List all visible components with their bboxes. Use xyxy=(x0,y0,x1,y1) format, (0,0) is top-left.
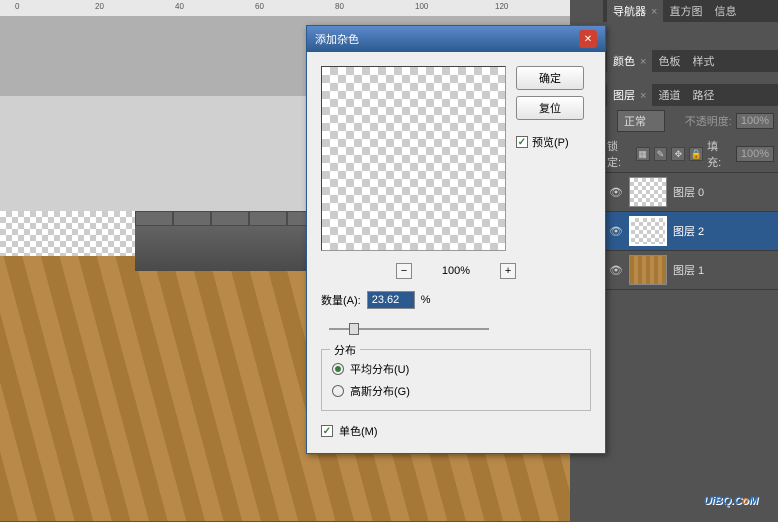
zoom-value: 100% xyxy=(442,265,470,277)
lock-paint-icon[interactable]: ✎ xyxy=(654,147,668,161)
ruler-mark: 0 xyxy=(15,2,19,11)
distribution-legend: 分布 xyxy=(330,342,360,358)
slider-thumb[interactable] xyxy=(349,323,359,335)
ruler-horizontal: 0 20 40 60 80 100 120 xyxy=(0,0,570,16)
amount-label: 数量(A): xyxy=(321,292,361,308)
layer-thumbnail[interactable] xyxy=(629,216,667,246)
right-panel-group: 导航器 × 直方图 信息 颜色 × 色板 样式 图层 × 通道 路径 正常 不透… xyxy=(603,0,778,522)
canvas-transparent-region xyxy=(0,211,140,256)
reset-button[interactable]: 复位 xyxy=(516,96,584,120)
dialog-title-text: 添加杂色 xyxy=(315,31,359,47)
tab-layers[interactable]: 图层 × xyxy=(607,84,652,106)
tab-styles[interactable]: 样式 xyxy=(686,50,720,72)
tab-channels[interactable]: 通道 xyxy=(652,84,686,106)
tab-paths[interactable]: 路径 xyxy=(686,84,720,106)
amount-input[interactable] xyxy=(367,291,415,309)
layer-name: 图层 2 xyxy=(673,223,704,239)
layer-row[interactable]: 👁 图层 2 xyxy=(603,212,778,251)
navigator-panel-body xyxy=(603,22,778,50)
ruler-mark: 80 xyxy=(335,2,344,11)
lock-label: 锁定: xyxy=(607,138,632,170)
ruler-mark: 20 xyxy=(95,2,104,11)
navigator-tabs: 导航器 × 直方图 信息 xyxy=(603,0,778,22)
blend-mode-row: 正常 不透明度: 100% xyxy=(603,106,778,136)
layer-thumbnail[interactable] xyxy=(629,177,667,207)
gaussian-radio-row[interactable]: 高斯分布(G) xyxy=(332,380,580,402)
close-icon: × xyxy=(637,90,646,102)
monochrome-row[interactable]: 单色(M) xyxy=(321,423,591,439)
ruler-mark: 120 xyxy=(495,2,508,11)
layer-name: 图层 0 xyxy=(673,184,704,200)
preview-thumbnail[interactable] xyxy=(321,66,506,251)
opacity-label: 不透明度: xyxy=(685,113,732,129)
zoom-out-button[interactable]: − xyxy=(396,263,412,279)
zoom-row: − 100% + xyxy=(321,263,591,279)
uniform-label: 平均分布(U) xyxy=(350,361,409,377)
close-icon: × xyxy=(648,6,657,18)
layers-tabs: 图层 × 通道 路径 xyxy=(603,84,778,106)
amount-slider[interactable] xyxy=(329,321,489,337)
tab-swatches[interactable]: 色板 xyxy=(652,50,686,72)
uniform-radio-row[interactable]: 平均分布(U) xyxy=(332,358,580,380)
layer-row[interactable]: 👁 图层 0 xyxy=(603,173,778,212)
lock-row: 锁定: ▦ ✎ ✥ 🔒 填充: 100% xyxy=(603,136,778,172)
tab-info[interactable]: 信息 xyxy=(708,0,742,22)
opacity-value[interactable]: 100% xyxy=(736,113,774,129)
visibility-icon[interactable]: 👁 xyxy=(609,185,623,199)
lock-position-icon[interactable]: ✥ xyxy=(671,147,685,161)
close-button[interactable]: ✕ xyxy=(579,30,597,48)
ruler-mark: 40 xyxy=(175,2,184,11)
uniform-radio[interactable] xyxy=(332,363,344,375)
zoom-in-button[interactable]: + xyxy=(500,263,516,279)
lock-transparency-icon[interactable]: ▦ xyxy=(636,147,650,161)
tab-navigator[interactable]: 导航器 × xyxy=(607,0,663,22)
layers-list: 👁 图层 0 👁 图层 2 👁 图层 1 xyxy=(603,172,778,290)
add-noise-dialog: 添加杂色 ✕ 确定 复位 预览(P) − 100% + 数量(A): % xyxy=(306,25,606,454)
watermark: UiBQ.CoM xyxy=(704,484,758,510)
dialog-titlebar[interactable]: 添加杂色 ✕ xyxy=(307,26,605,52)
dialog-body: 确定 复位 预览(P) − 100% + 数量(A): % 分布 xyxy=(307,52,605,453)
gaussian-radio[interactable] xyxy=(332,385,344,397)
ruler-mark: 60 xyxy=(255,2,264,11)
gaussian-label: 高斯分布(G) xyxy=(350,383,410,399)
monochrome-checkbox[interactable] xyxy=(321,425,333,437)
amount-row: 数量(A): % xyxy=(321,291,591,309)
distribution-fieldset: 分布 平均分布(U) 高斯分布(G) xyxy=(321,349,591,411)
layer-thumbnail[interactable] xyxy=(629,255,667,285)
color-panel-body xyxy=(603,72,778,84)
amount-unit: % xyxy=(421,294,431,306)
blend-mode-select[interactable]: 正常 xyxy=(617,110,665,132)
lock-all-icon[interactable]: 🔒 xyxy=(689,147,703,161)
tab-color[interactable]: 颜色 × xyxy=(607,50,652,72)
ok-button[interactable]: 确定 xyxy=(516,66,584,90)
preview-checkbox[interactable] xyxy=(516,136,528,148)
close-icon: × xyxy=(637,56,646,68)
layer-row[interactable]: 👁 图层 1 xyxy=(603,251,778,290)
preview-label: 预览(P) xyxy=(532,134,569,150)
fill-value[interactable]: 100% xyxy=(736,146,774,162)
visibility-icon[interactable]: 👁 xyxy=(609,224,623,238)
layer-name: 图层 1 xyxy=(673,262,704,278)
tab-histogram[interactable]: 直方图 xyxy=(663,0,708,22)
fill-label: 填充: xyxy=(707,138,732,170)
monochrome-label: 单色(M) xyxy=(339,423,378,439)
color-tabs: 颜色 × 色板 样式 xyxy=(603,50,778,72)
canvas-sofa-cushions xyxy=(135,211,325,226)
ruler-mark: 100 xyxy=(415,2,428,11)
visibility-icon[interactable]: 👁 xyxy=(609,263,623,277)
